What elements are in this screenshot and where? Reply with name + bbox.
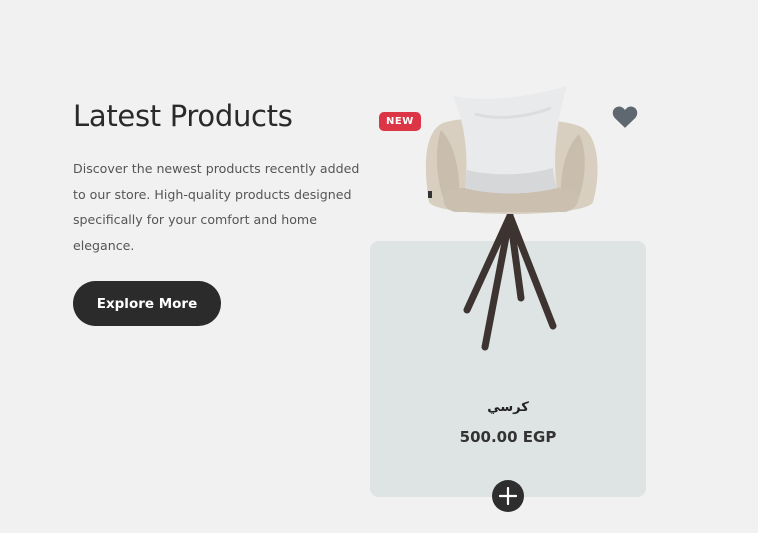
explore-more-button[interactable]: Explore More — [73, 281, 221, 326]
product-name[interactable]: كرسي — [370, 400, 646, 415]
section-description: Discover the newest products recently ad… — [73, 161, 360, 253]
product-image[interactable] — [415, 84, 605, 354]
product-price: 500.00 EGP — [459, 428, 557, 446]
add-to-cart-button[interactable] — [492, 480, 524, 512]
heart-icon[interactable] — [612, 105, 638, 129]
new-badge: NEW — [379, 112, 421, 131]
plus-icon — [499, 487, 517, 505]
intro-section: Latest Products Discover the newest prod… — [73, 96, 363, 326]
section-title: Latest Products — [73, 99, 293, 133]
product-card[interactable]: NEW كرسي 500.00 EGP — [370, 80, 646, 512]
